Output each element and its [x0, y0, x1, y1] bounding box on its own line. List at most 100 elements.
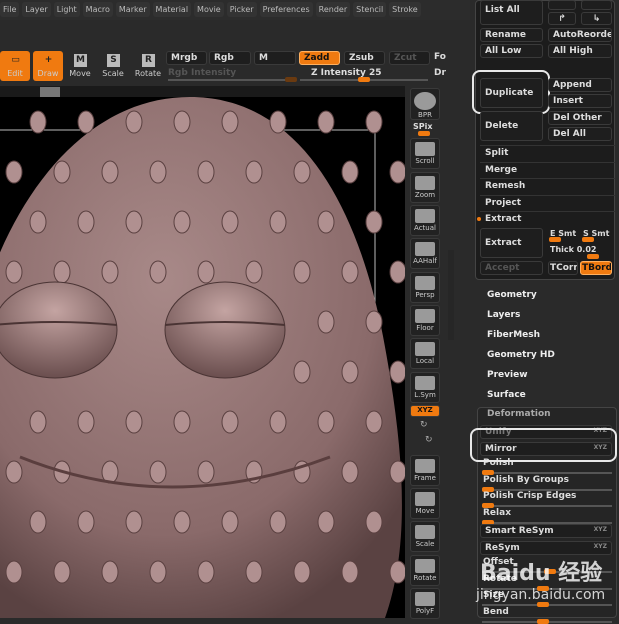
- rename-button[interactable]: Rename: [480, 28, 543, 42]
- menu-item[interactable]: Macro: [82, 2, 113, 17]
- actual-button[interactable]: Actual: [410, 205, 440, 236]
- persp-icon: [415, 276, 435, 290]
- all-low-button[interactable]: All Low: [480, 44, 543, 58]
- menu-item[interactable]: Stroke: [389, 2, 421, 17]
- move-up-button[interactable]: [548, 0, 576, 10]
- zsub-button[interactable]: Zsub: [344, 51, 385, 65]
- rotate-y-icon[interactable]: ↻: [420, 420, 428, 430]
- preview-section[interactable]: Preview: [487, 370, 528, 380]
- rotate-view-button[interactable]: Rotate: [410, 555, 440, 586]
- rotate-button[interactable]: R Rotate: [133, 51, 163, 81]
- polyf-view-button[interactable]: PolyF: [410, 588, 440, 619]
- deformation-title[interactable]: Deformation: [487, 409, 551, 419]
- merge-section[interactable]: Merge: [480, 162, 615, 178]
- local-label: Local: [415, 357, 435, 365]
- frame-view-button[interactable]: Frame: [410, 455, 440, 486]
- move-button[interactable]: M Move: [65, 51, 95, 81]
- move-view-button[interactable]: Move: [410, 488, 440, 519]
- menu-item[interactable]: File: [0, 2, 20, 17]
- thick-slider-label[interactable]: Thick 0.02: [550, 245, 596, 254]
- all-high-button[interactable]: All High: [548, 44, 612, 58]
- deform-polish-by-groups-slider[interactable]: Polish By Groups: [483, 475, 569, 485]
- menu-item[interactable]: Render: [315, 2, 351, 17]
- deform-bend-slider[interactable]: Bend: [483, 607, 509, 617]
- zcut-button[interactable]: Zcut: [389, 51, 430, 65]
- zadd-button[interactable]: Zadd: [299, 51, 340, 65]
- bpr-button[interactable]: BPR: [410, 88, 440, 120]
- scale-view-icon: [415, 525, 435, 539]
- s-smt-knob[interactable]: [582, 237, 594, 242]
- accept-button[interactable]: Accept: [480, 261, 543, 275]
- m-button[interactable]: M: [254, 51, 296, 65]
- geometry-section[interactable]: Geometry: [487, 290, 537, 300]
- deform-relax-slider[interactable]: Relax: [483, 508, 511, 518]
- z-intensity-knob[interactable]: [358, 77, 370, 82]
- layers-section[interactable]: Layers: [487, 310, 520, 320]
- menu-item[interactable]: Layer: [22, 2, 51, 17]
- arrow-up-right-icon[interactable]: ↱: [548, 12, 576, 25]
- tbord-button[interactable]: TBord: [580, 261, 612, 275]
- rgb-intensity-slider[interactable]: [168, 79, 296, 81]
- extract-button[interactable]: Extract: [480, 228, 543, 258]
- insert-button[interactable]: Insert: [548, 94, 612, 108]
- scroll-button[interactable]: Scroll: [410, 138, 440, 169]
- tcorn-button[interactable]: TCorn: [548, 261, 578, 275]
- extract-section[interactable]: Extract: [480, 211, 615, 227]
- floor-button[interactable]: Floor: [410, 305, 440, 336]
- del-other-button[interactable]: Del Other: [548, 111, 612, 125]
- scale-view-button[interactable]: Scale: [410, 521, 440, 552]
- draw-button[interactable]: + Draw: [33, 51, 63, 81]
- lsym-button[interactable]: L.Sym: [410, 372, 440, 403]
- menu-item[interactable]: Stencil: [353, 2, 387, 17]
- scale-button[interactable]: S Scale: [98, 51, 128, 81]
- remesh-section[interactable]: Remesh: [480, 178, 615, 194]
- scale-view-label: Scale: [415, 540, 435, 548]
- menu-item[interactable]: Picker: [226, 2, 257, 17]
- fibermesh-section[interactable]: FiberMesh: [487, 330, 540, 340]
- aahalf-button[interactable]: AAHalf: [410, 238, 440, 269]
- spix-slider[interactable]: [418, 131, 430, 136]
- zoom-button[interactable]: Zoom: [410, 172, 440, 203]
- scroll-icon: [415, 142, 435, 156]
- local-button[interactable]: Local: [410, 338, 440, 369]
- auto-reorder-button[interactable]: AutoReorder: [548, 28, 612, 42]
- bpr-label: BPR: [418, 111, 432, 119]
- geometry-hd-section[interactable]: Geometry HD: [487, 350, 555, 360]
- project-section[interactable]: Project: [480, 195, 615, 211]
- menu-item[interactable]: Light: [53, 2, 80, 17]
- scale-icon: S: [107, 54, 120, 67]
- menu-item[interactable]: Material: [152, 2, 192, 17]
- append-button[interactable]: Append: [548, 78, 612, 92]
- rotate-z-icon[interactable]: ↻: [425, 435, 433, 445]
- move-down-button[interactable]: [581, 0, 612, 10]
- delete-button[interactable]: Delete: [480, 111, 543, 141]
- xyz-button[interactable]: XYZ: [410, 405, 440, 417]
- arrow-down-right-icon[interactable]: ↳: [581, 12, 612, 25]
- menu-item[interactable]: Movie: [194, 2, 224, 17]
- mrgb-button[interactable]: Mrgb: [166, 51, 207, 65]
- edit-button[interactable]: ▭ Edit: [0, 51, 30, 81]
- split-section[interactable]: Split: [480, 145, 615, 161]
- tray-divider[interactable]: [448, 250, 454, 340]
- list-all-button[interactable]: List All: [480, 0, 543, 25]
- spix-label: SPix: [413, 122, 433, 131]
- viewport-canvas[interactable]: [0, 97, 405, 618]
- draw-label: Draw: [37, 69, 59, 78]
- deform-polish-crisp-edges-slider[interactable]: Polish Crisp Edges: [483, 491, 576, 501]
- menu-item[interactable]: Preferences: [259, 2, 313, 17]
- rgb-intensity-knob[interactable]: [285, 77, 297, 82]
- focal-label: Fo: [434, 52, 446, 62]
- e-smt-knob[interactable]: [549, 237, 561, 242]
- persp-button[interactable]: Persp: [410, 272, 440, 303]
- slider-knob[interactable]: [537, 618, 549, 624]
- del-all-button[interactable]: Del All: [548, 127, 612, 141]
- deform-resym-button[interactable]: ReSym XYZ: [480, 540, 612, 555]
- menu-item[interactable]: Marker: [115, 2, 150, 17]
- surface-section[interactable]: Surface: [487, 390, 526, 400]
- polyf-view-icon: [415, 592, 435, 606]
- deform-smart-resym-button[interactable]: Smart ReSym XYZ: [480, 524, 612, 538]
- xyz-axis-toggle[interactable]: XYZ: [594, 526, 607, 533]
- rgb-button[interactable]: Rgb: [209, 51, 251, 65]
- xyz-axis-toggle[interactable]: XYZ: [594, 543, 607, 550]
- thick-knob[interactable]: [587, 254, 599, 259]
